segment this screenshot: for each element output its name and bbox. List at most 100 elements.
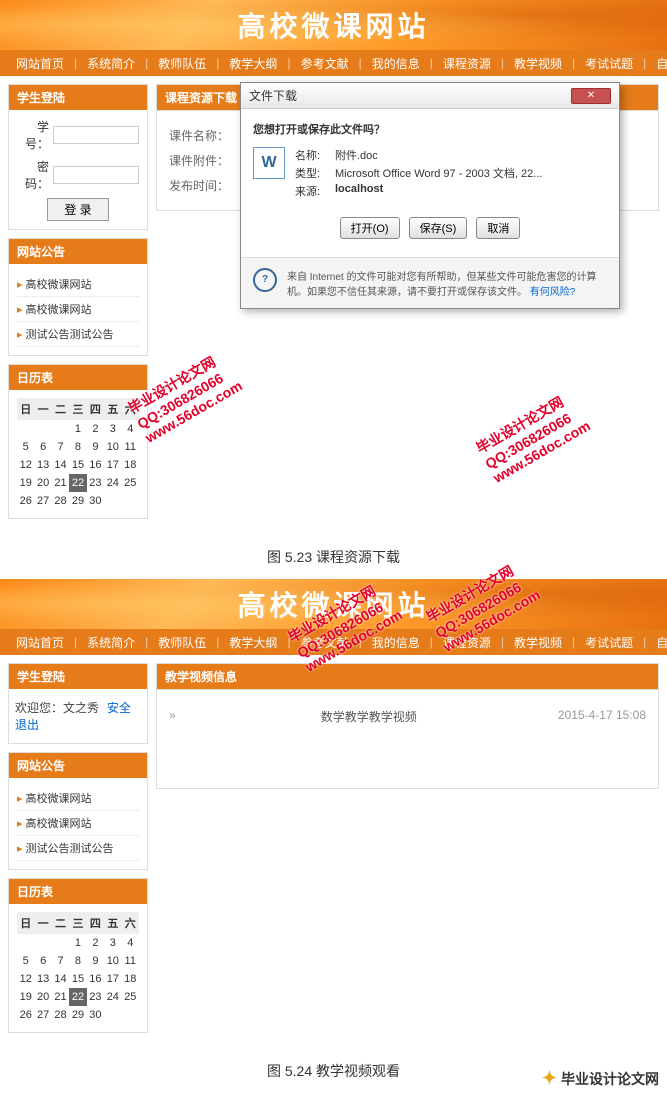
cal-cell[interactable]: 20 (34, 988, 51, 1006)
risk-link[interactable]: 有何风险? (530, 287, 576, 298)
cal-cell[interactable]: 20 (34, 474, 51, 492)
save-button[interactable]: 保存(S) (409, 217, 468, 239)
cal-cell[interactable]: 13 (34, 456, 51, 474)
nav-item[interactable]: 教学视频 (508, 634, 568, 651)
cal-cell[interactable]: 29 (69, 492, 86, 510)
cal-cell[interactable]: 3 (104, 420, 121, 438)
cal-cell[interactable]: 25 (122, 988, 139, 1006)
nav-item[interactable]: 教学大纲 (223, 634, 283, 651)
cal-cell[interactable]: 8 (69, 952, 86, 970)
cal-cell[interactable]: 30 (87, 1006, 104, 1024)
cal-cell[interactable]: 11 (122, 438, 139, 456)
cal-cell[interactable]: 5 (17, 952, 34, 970)
cal-cell[interactable]: 13 (34, 970, 51, 988)
announce-item[interactable]: 测试公告测试公告 (17, 322, 139, 347)
cal-cell[interactable]: 14 (52, 456, 69, 474)
cal-cell[interactable]: 26 (17, 492, 34, 510)
cal-cell[interactable]: 22 (69, 988, 86, 1006)
cal-cell[interactable]: 26 (17, 1006, 34, 1024)
cal-cell[interactable] (34, 934, 51, 952)
cal-cell[interactable]: 5 (17, 438, 34, 456)
cal-cell[interactable]: 12 (17, 456, 34, 474)
cal-cell[interactable]: 21 (52, 474, 69, 492)
cal-cell[interactable]: 21 (52, 988, 69, 1006)
username-input[interactable] (53, 126, 139, 144)
nav-item[interactable]: 教学视频 (508, 55, 568, 72)
cal-cell[interactable]: 19 (17, 988, 34, 1006)
nav-item[interactable]: 教师队伍 (152, 634, 212, 651)
cal-cell[interactable]: 9 (87, 438, 104, 456)
cal-cell[interactable]: 2 (87, 934, 104, 952)
cal-cell[interactable] (52, 420, 69, 438)
cal-cell[interactable]: 7 (52, 438, 69, 456)
cal-cell[interactable]: 3 (104, 934, 121, 952)
cal-cell[interactable]: 22 (69, 474, 86, 492)
cal-cell[interactable]: 17 (104, 970, 121, 988)
cal-cell[interactable] (52, 934, 69, 952)
cal-cell[interactable]: 18 (122, 970, 139, 988)
cal-cell[interactable] (122, 1006, 139, 1024)
cal-cell[interactable]: 18 (122, 456, 139, 474)
announce-item[interactable]: 测试公告测试公告 (17, 836, 139, 861)
cal-cell[interactable]: 27 (34, 492, 51, 510)
cal-cell[interactable]: 1 (69, 934, 86, 952)
cal-cell[interactable]: 15 (69, 456, 86, 474)
cal-cell[interactable] (104, 1006, 121, 1024)
nav-item[interactable]: 网站首页 (10, 634, 70, 651)
cal-cell[interactable]: 10 (104, 438, 121, 456)
cal-cell[interactable]: 27 (34, 1006, 51, 1024)
nav-item[interactable]: 自我测试 (650, 55, 667, 72)
cal-cell[interactable]: 19 (17, 474, 34, 492)
cal-cell[interactable]: 25 (122, 474, 139, 492)
cal-cell[interactable] (122, 492, 139, 510)
cal-cell[interactable]: 9 (87, 952, 104, 970)
close-button[interactable]: ✕ (571, 88, 611, 104)
cal-cell[interactable]: 2 (87, 420, 104, 438)
cal-cell[interactable]: 7 (52, 952, 69, 970)
cal-cell[interactable]: 17 (104, 456, 121, 474)
password-input[interactable] (53, 166, 139, 184)
cal-cell[interactable]: 28 (52, 492, 69, 510)
nav-item[interactable]: 课程资源 (437, 634, 497, 651)
cal-cell[interactable]: 28 (52, 1006, 69, 1024)
nav-item[interactable]: 我的信息 (366, 634, 426, 651)
login-button[interactable]: 登 录 (47, 198, 108, 221)
nav-item[interactable]: 自我测试 (650, 634, 667, 651)
cal-cell[interactable]: 10 (104, 952, 121, 970)
cal-cell[interactable]: 23 (87, 988, 104, 1006)
nav-item[interactable]: 我的信息 (366, 55, 426, 72)
cal-cell[interactable]: 29 (69, 1006, 86, 1024)
nav-item[interactable]: 参考文献 (295, 634, 355, 651)
cal-cell[interactable]: 24 (104, 474, 121, 492)
announce-item[interactable]: 高校微课网站 (17, 811, 139, 836)
cancel-button[interactable]: 取消 (476, 217, 520, 239)
cal-cell[interactable]: 30 (87, 492, 104, 510)
cal-cell[interactable] (17, 420, 34, 438)
nav-item[interactable]: 考试试题 (579, 55, 639, 72)
nav-item[interactable]: 考试试题 (579, 634, 639, 651)
nav-item[interactable]: 课程资源 (437, 55, 497, 72)
cal-cell[interactable]: 4 (122, 420, 139, 438)
cal-cell[interactable]: 4 (122, 934, 139, 952)
cal-cell[interactable]: 1 (69, 420, 86, 438)
nav-item[interactable]: 教师队伍 (152, 55, 212, 72)
cal-cell[interactable]: 11 (122, 952, 139, 970)
nav-item[interactable]: 系统简介 (81, 634, 141, 651)
cal-cell[interactable] (104, 492, 121, 510)
cal-cell[interactable]: 6 (34, 438, 51, 456)
cal-cell[interactable]: 6 (34, 952, 51, 970)
cal-cell[interactable]: 23 (87, 474, 104, 492)
nav-item[interactable]: 系统简介 (81, 55, 141, 72)
cal-cell[interactable]: 12 (17, 970, 34, 988)
nav-item[interactable]: 参考文献 (295, 55, 355, 72)
cal-cell[interactable] (17, 934, 34, 952)
cal-cell[interactable]: 16 (87, 970, 104, 988)
nav-item[interactable]: 网站首页 (10, 55, 70, 72)
cal-cell[interactable]: 16 (87, 456, 104, 474)
cal-cell[interactable]: 15 (69, 970, 86, 988)
announce-item[interactable]: 高校微课网站 (17, 272, 139, 297)
announce-item[interactable]: 高校微课网站 (17, 297, 139, 322)
cal-cell[interactable] (34, 420, 51, 438)
cal-cell[interactable]: 14 (52, 970, 69, 988)
video-item[interactable]: 数学教学教学视频 2015-4-17 15:08 (169, 702, 646, 731)
